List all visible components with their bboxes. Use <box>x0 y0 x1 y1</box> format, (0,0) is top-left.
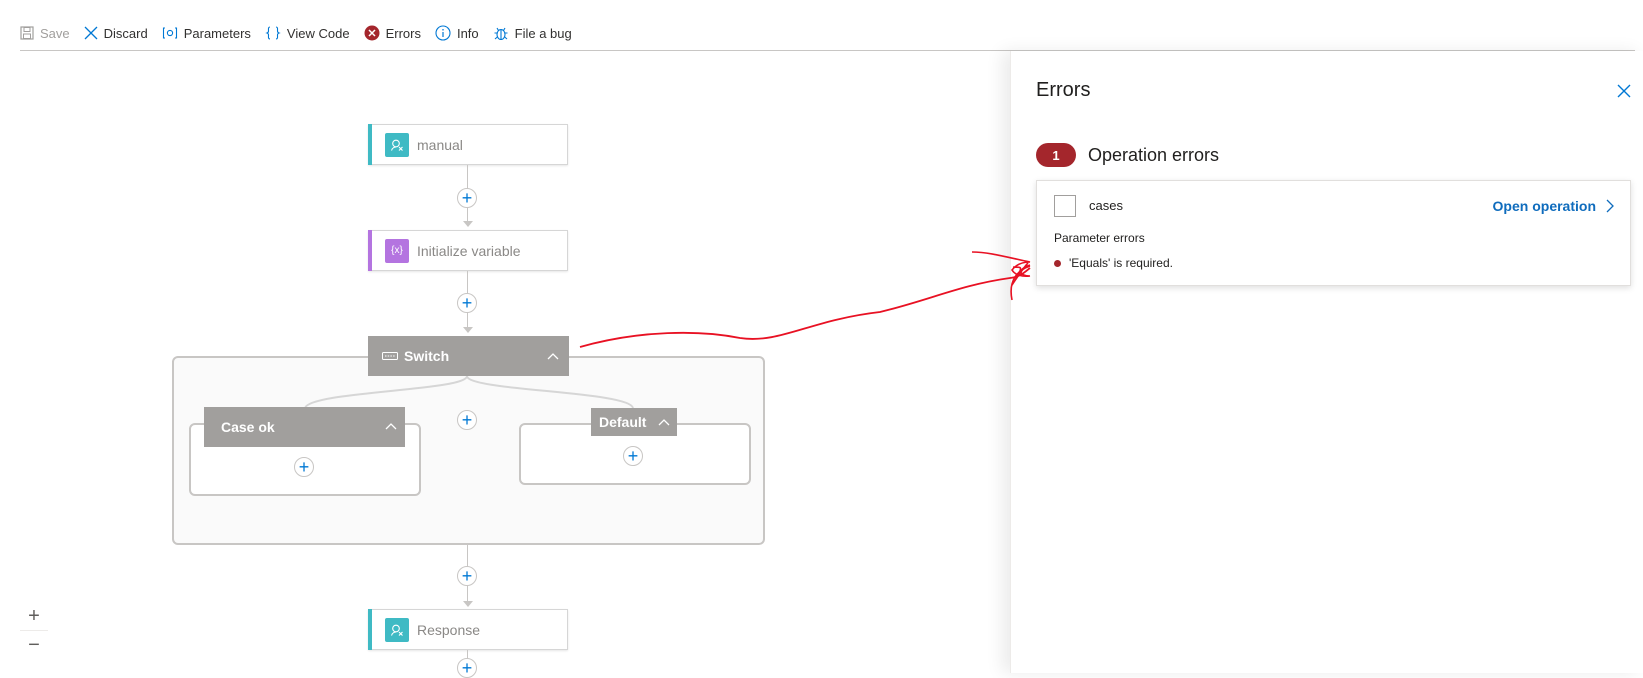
request-trigger-icon <box>385 132 409 157</box>
add-action-button[interactable]: + <box>294 457 314 477</box>
workflow-canvas[interactable]: manual + {x} Initialize variable + Switc… <box>0 51 1010 678</box>
node-label: Initialize variable <box>417 242 521 259</box>
connector-arrow <box>463 601 473 607</box>
node-switch[interactable]: Switch <box>368 336 569 376</box>
add-case-button[interactable]: + <box>457 410 477 430</box>
error-item: 'Equals' is required. <box>1054 256 1173 270</box>
discard-button[interactable]: Discard <box>84 26 148 41</box>
file-bug-label: File a bug <box>514 25 572 41</box>
add-action-button[interactable]: + <box>623 446 643 466</box>
add-action-button[interactable]: + <box>457 658 477 678</box>
switch-icon <box>382 352 398 360</box>
variable-icon: {x} <box>385 238 409 263</box>
braces-icon <box>265 26 281 40</box>
broken-image-icon <box>1054 195 1076 217</box>
discard-label: Discard <box>103 25 148 41</box>
node-label: Response <box>417 621 481 638</box>
plus-icon: + <box>461 188 473 208</box>
info-icon <box>435 25 451 41</box>
add-action-button[interactable]: + <box>457 293 477 313</box>
open-operation-link[interactable]: Open operation <box>1493 198 1614 214</box>
zoom-in-button[interactable]: + <box>20 602 48 630</box>
response-icon <box>385 617 409 642</box>
view-code-label: View Code <box>286 25 350 41</box>
section-title: Operation errors <box>1088 145 1220 165</box>
view-code-button[interactable]: View Code <box>265 25 350 41</box>
parameters-label: Parameters <box>183 25 251 41</box>
errors-label: Errors <box>385 25 421 41</box>
info-button[interactable]: Info <box>435 25 479 41</box>
node-label: manual <box>417 136 463 153</box>
node-default[interactable]: Default <box>591 408 677 436</box>
node-response[interactable]: Response <box>368 609 568 650</box>
error-icon <box>364 25 380 41</box>
save-label: Save <box>40 25 70 41</box>
add-action-button[interactable]: + <box>457 188 477 208</box>
node-label: Case ok <box>221 419 275 435</box>
node-label: Default <box>599 414 647 430</box>
plus-icon: + <box>627 446 639 466</box>
node-initialize-variable[interactable]: {x} Initialize variable <box>368 230 568 271</box>
file-bug-button[interactable]: File a bug <box>493 25 572 41</box>
node-accent <box>368 124 372 165</box>
node-accent <box>368 609 372 650</box>
add-action-button[interactable]: + <box>457 566 477 586</box>
node-accent <box>368 230 372 271</box>
errors-panel: Errors 1 Operation errors cases Open ope… <box>1010 51 1643 673</box>
plus-icon: + <box>461 658 473 678</box>
collapse-icon[interactable] <box>385 422 397 430</box>
zoom-divider <box>20 630 48 631</box>
zoom-in-icon: + <box>28 604 40 627</box>
parameters-icon <box>162 27 177 39</box>
plus-icon: + <box>461 293 473 313</box>
parameter-errors-title: Parameter errors <box>1054 231 1145 245</box>
zoom-out-icon: − <box>28 633 40 656</box>
error-card: cases Open operation Parameter errors 'E… <box>1036 180 1631 286</box>
save-icon <box>20 26 34 40</box>
node-case-ok[interactable]: Case ok <box>204 407 405 447</box>
connector-arrow <box>463 221 473 227</box>
connector-arrow <box>463 327 473 333</box>
save-button[interactable]: Save <box>20 26 70 41</box>
errors-button[interactable]: Errors <box>364 25 421 41</box>
error-text: 'Equals' is required. <box>1069 256 1173 270</box>
parameters-button[interactable]: Parameters <box>162 26 251 41</box>
zoom-out-button[interactable]: − <box>20 631 48 659</box>
card-title: cases <box>1089 198 1123 213</box>
designer-toolbar: Save Discard Parameters View Code Errors… <box>20 22 586 44</box>
info-label: Info <box>456 25 479 41</box>
collapse-icon[interactable] <box>658 418 670 426</box>
plus-icon: + <box>461 410 473 430</box>
error-count-badge: 1 <box>1036 143 1076 167</box>
close-panel-icon[interactable] <box>1614 81 1634 101</box>
open-operation-label: Open operation <box>1492 198 1596 214</box>
close-icon <box>84 26 98 40</box>
collapse-icon[interactable] <box>547 352 559 360</box>
plus-icon: + <box>461 566 473 586</box>
panel-title: Errors <box>1036 79 1091 101</box>
bug-icon <box>494 27 508 41</box>
plus-icon: + <box>298 457 310 477</box>
error-dot-icon <box>1054 259 1061 267</box>
node-manual[interactable]: manual <box>368 124 568 165</box>
chevron-right-icon <box>1606 199 1614 213</box>
node-label: Switch <box>404 348 450 364</box>
